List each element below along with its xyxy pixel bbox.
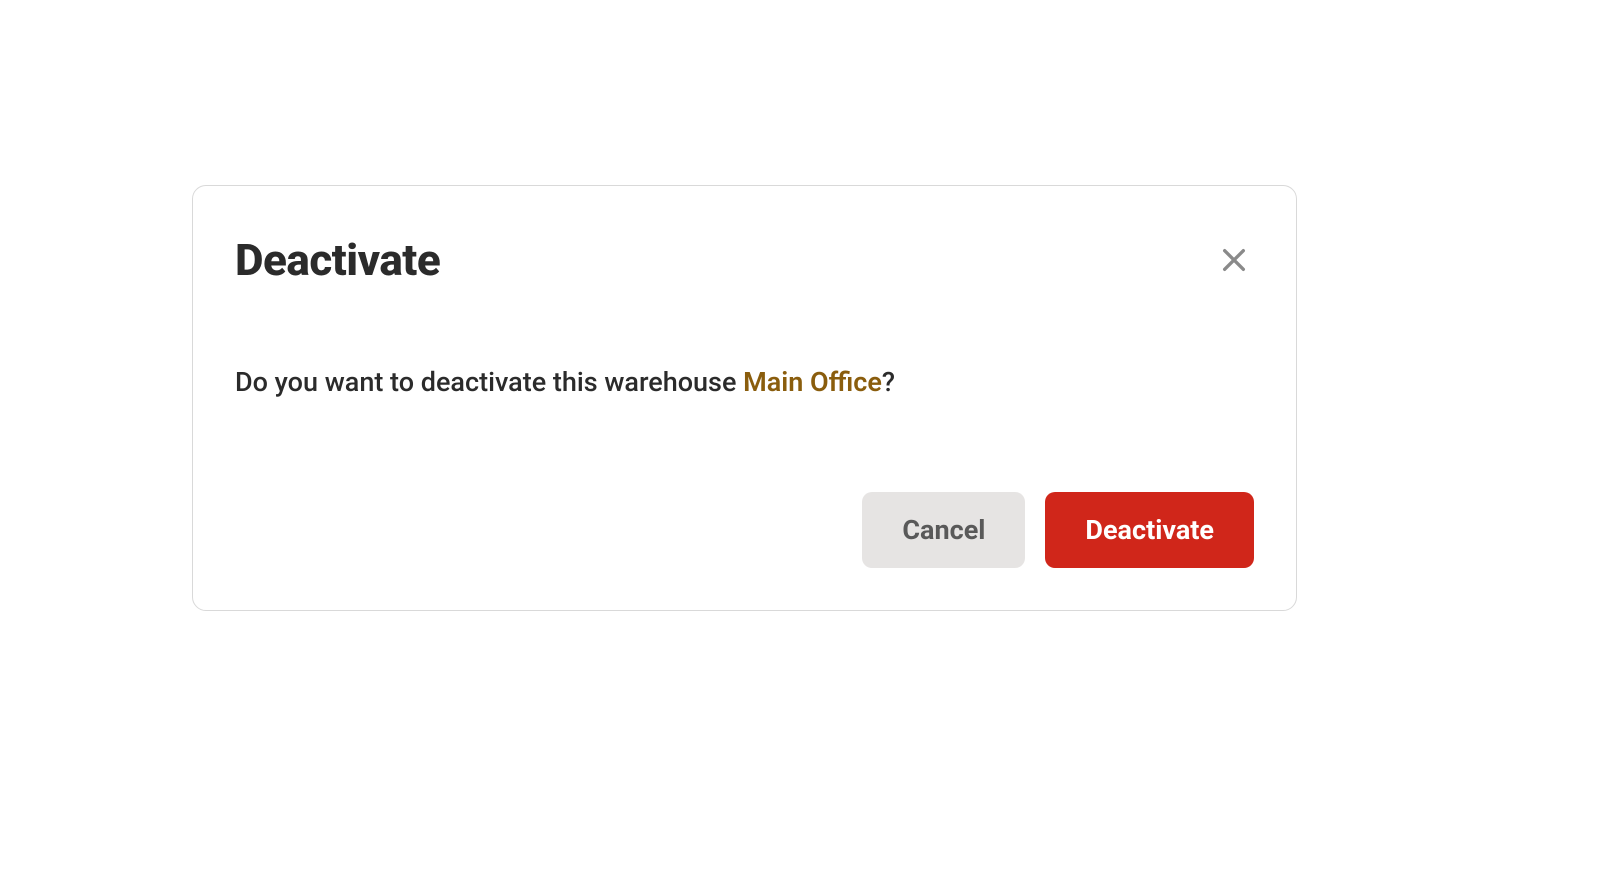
message-suffix: ? (882, 366, 895, 398)
deactivate-button[interactable]: Deactivate (1045, 492, 1254, 568)
warehouse-name: Main Office (743, 366, 882, 398)
dialog-footer: Cancel Deactivate (235, 492, 1254, 568)
dialog-title: Deactivate (235, 234, 440, 286)
cancel-button[interactable]: Cancel (862, 492, 1025, 568)
close-icon (1218, 244, 1250, 279)
close-button[interactable] (1214, 240, 1254, 283)
dialog-message: Do you want to deactivate this warehouse… (235, 364, 1254, 402)
dialog-header: Deactivate (235, 234, 1254, 286)
deactivate-dialog: Deactivate Do you want to deactivate thi… (192, 185, 1297, 611)
message-prefix: Do you want to deactivate this warehouse (235, 366, 743, 398)
